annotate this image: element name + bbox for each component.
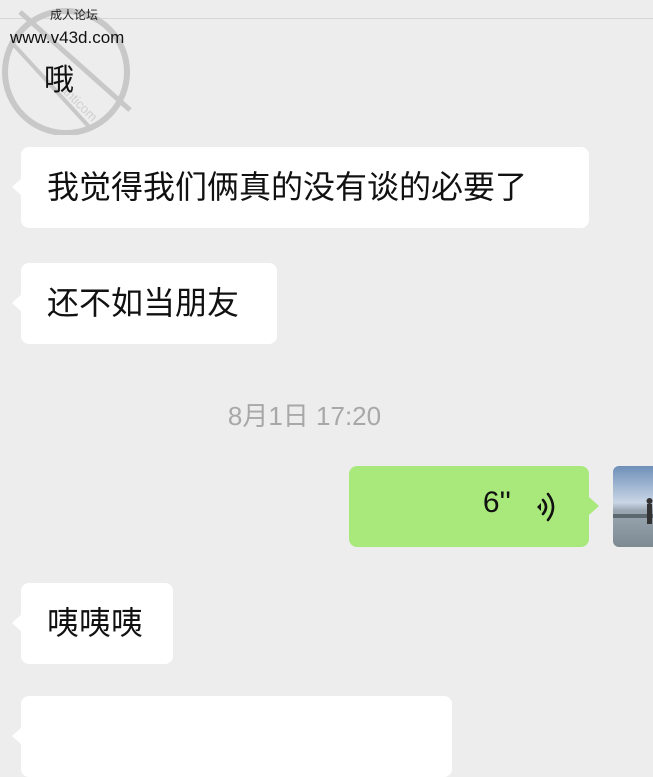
chat-timestamp: 8月1日 17:20: [227, 401, 382, 431]
partial-message: 哦: [44, 63, 74, 98]
avatar[interactable]: [613, 466, 653, 547]
watermark-site-name: 成人论坛: [50, 8, 99, 22]
message-bubble[interactable]: 我觉得我们俩真的没有谈的必要了: [12, 147, 589, 228]
message-text: 还不如当朋友: [47, 284, 240, 322]
message-bubble[interactable]: 咦咦咦: [12, 583, 173, 664]
voice-duration: 6'': [482, 486, 511, 519]
message-bubble-partial[interactable]: [12, 696, 452, 777]
voice-wave-icon: [537, 492, 555, 522]
message-bubble[interactable]: 还不如当朋友: [12, 263, 277, 344]
voice-message-bubble[interactable]: 6'': [349, 466, 599, 547]
watermark: anticom 成人论坛 www.v43d.com: [0, 0, 150, 135]
message-text: 我觉得我们俩真的没有谈的必要了: [47, 168, 528, 206]
watermark-url: www.v43d.com: [10, 28, 125, 47]
avatar-image: [613, 466, 653, 547]
message-text: 咦咦咦: [47, 604, 144, 642]
